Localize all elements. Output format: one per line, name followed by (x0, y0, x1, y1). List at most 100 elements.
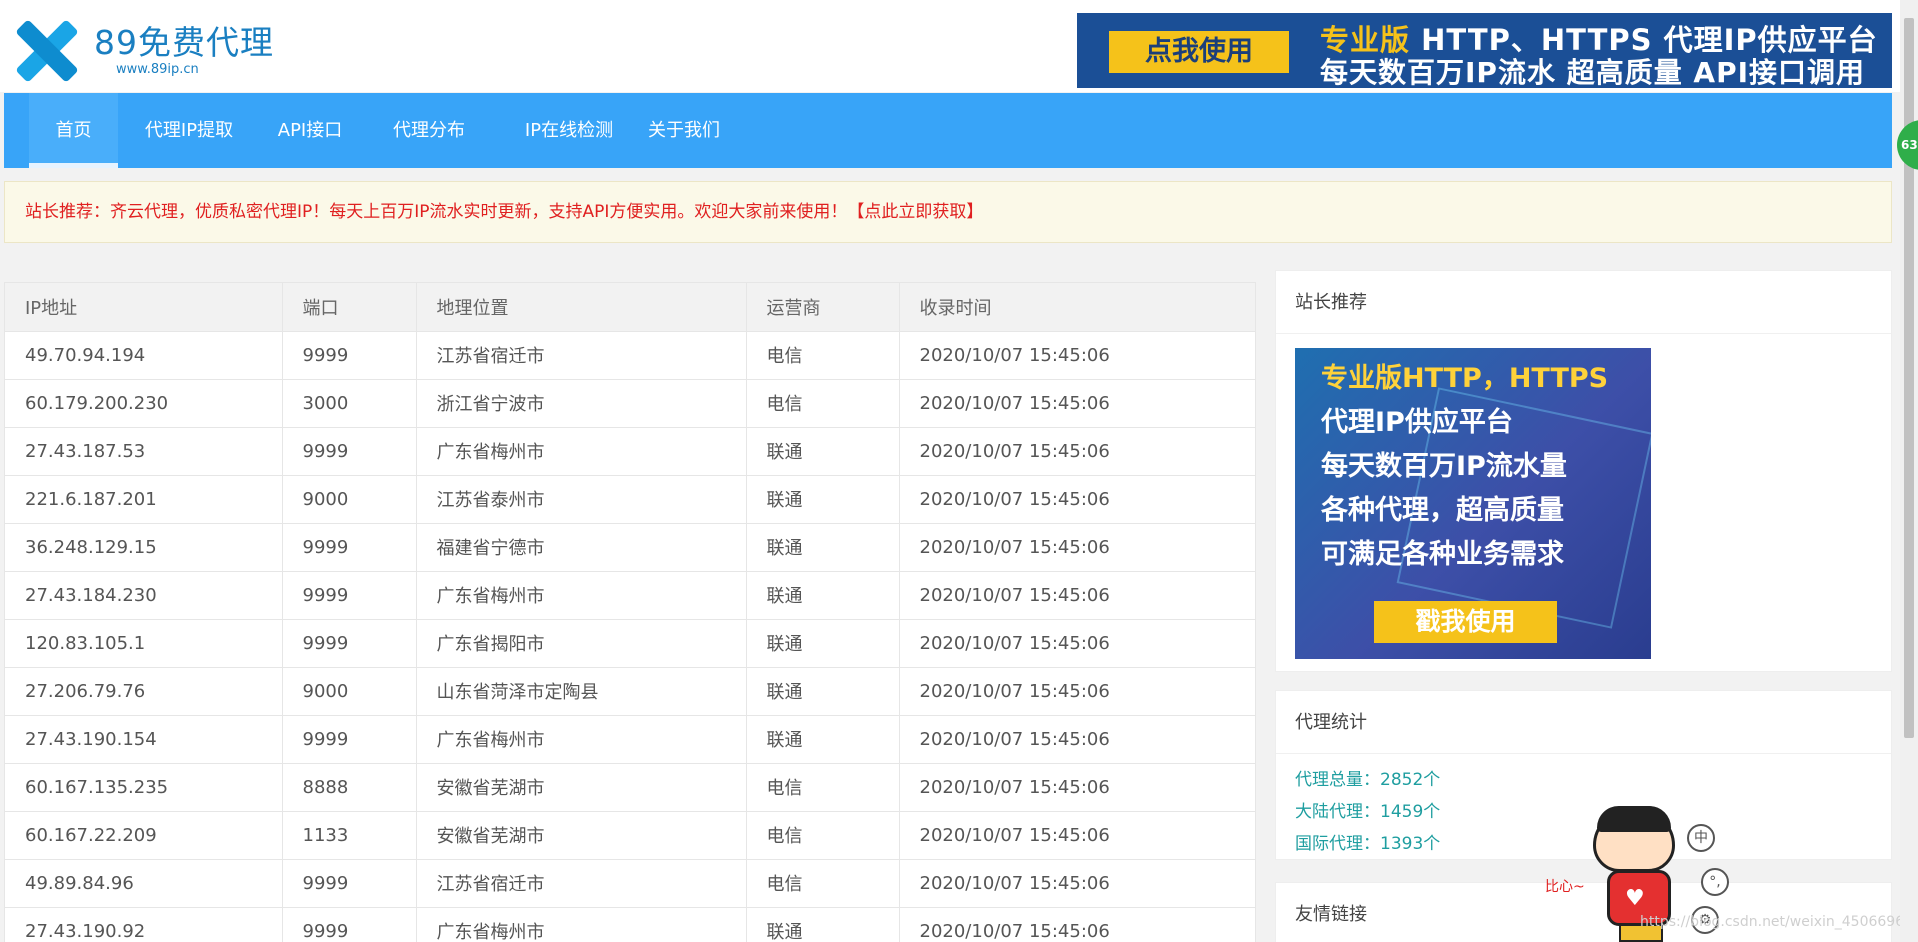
cell-ip: 60.179.200.230 (5, 379, 283, 428)
cell-port: 9999 (282, 427, 417, 476)
banner-line-2: 每天数百万IP流水 超高质量 API接口调用 (1320, 56, 1866, 88)
col-header-location: 地理位置 (416, 283, 747, 332)
banner-cta-button[interactable]: 点我使用 (1109, 31, 1289, 73)
mascot-chinese-icon[interactable]: 中 (1687, 824, 1715, 852)
cell-port: 8888 (282, 763, 417, 812)
cell-location: 福建省宁德市 (416, 523, 747, 572)
mascot-face-icon[interactable]: °, (1701, 868, 1729, 896)
proxy-table-container: IP地址 端口 地理位置 运营商 收录时间 49.70.94.194 9999 江苏… (4, 282, 1256, 942)
cell-port: 9999 (282, 523, 417, 572)
mascot-hair (1597, 806, 1671, 832)
side-ad-button[interactable]: 戳我使用 (1374, 601, 1557, 643)
table-row: 27.43.187.53 9999 广东省梅州市 联通 2020/10/07 15:45… (5, 427, 1255, 476)
cell-location: 山东省菏泽市定陶县 (416, 667, 747, 716)
recommend-panel-title: 站长推荐 (1276, 271, 1891, 334)
side-ad-line: 专业版HTTP，HTTPS (1321, 363, 1609, 394)
stats-panel-title: 代理统计 (1276, 691, 1891, 754)
cell-ip: 49.70.94.194 (5, 331, 283, 380)
table-row: 49.70.94.194 9999 江苏省宿迁市 电信 2020/10/07 15:45… (5, 331, 1255, 380)
cell-time: 2020/10/07 15:45:06 (899, 859, 1255, 908)
cell-location: 广东省梅州市 (416, 427, 747, 476)
cell-isp: 电信 (746, 331, 900, 380)
top-ad-banner[interactable]: 点我使用 专业版 HTTP、HTTPS 代理IP供应平台 每天数百万IP流水 超… (1077, 13, 1892, 88)
recommend-panel: 站长推荐 专业版HTTP，HTTPS 代理IP供应平台 每天数百万IP流水量 各… (1275, 270, 1892, 672)
site-logo[interactable]: 89免费代理 www.89ip.cn (12, 18, 282, 84)
nav-item-distribution[interactable]: 代理分布 (384, 93, 474, 168)
logo-title: 89免费代理 (94, 23, 274, 62)
nav-item-about[interactable]: 关于我们 (644, 93, 724, 168)
cell-port: 9999 (282, 907, 417, 942)
table-header-row: IP地址 端口 地理位置 运营商 收录时间 (5, 283, 1255, 332)
cell-port: 3000 (282, 379, 417, 428)
cell-port: 1133 (282, 811, 417, 860)
cell-port: 9999 (282, 331, 417, 380)
cell-ip: 27.43.184.230 (5, 571, 283, 620)
side-ad-banner[interactable]: 专业版HTTP，HTTPS 代理IP供应平台 每天数百万IP流水量 各种代理，超… (1295, 348, 1651, 659)
nav-item-home[interactable]: 首页 (29, 93, 118, 168)
stat-total: 代理总量：2852个 (1295, 770, 1441, 790)
cell-ip: 36.248.129.15 (5, 523, 283, 572)
nav-item-api[interactable]: API接口 (270, 93, 350, 168)
table-row: 27.43.190.92 9999 广东省梅州市 联通 2020/10/07 15:45… (5, 907, 1255, 942)
cell-location: 广东省揭阳市 (416, 619, 747, 668)
cell-isp: 联通 (746, 475, 900, 524)
cell-time: 2020/10/07 15:45:06 (899, 619, 1255, 668)
cell-time: 2020/10/07 15:45:06 (899, 427, 1255, 476)
logo-x-icon (12, 19, 80, 83)
cell-ip: 60.167.135.235 (5, 763, 283, 812)
table-row: 60.179.200.230 3000 浙江省宁波市 电信 2020/10/07 15:… (5, 379, 1255, 428)
heart-icon: ♥ (1625, 886, 1645, 911)
cell-ip: 60.167.22.209 (5, 811, 283, 860)
cell-ip: 27.43.190.92 (5, 907, 283, 942)
cell-port: 9000 (282, 667, 417, 716)
cell-isp: 联通 (746, 523, 900, 572)
col-header-port: 端口 (282, 283, 417, 332)
table-row: 221.6.187.201 9000 江苏省泰州市 联通 2020/10/07 15:4… (5, 475, 1255, 524)
cell-time: 2020/10/07 15:45:06 (899, 475, 1255, 524)
cell-time: 2020/10/07 15:45:06 (899, 523, 1255, 572)
cell-time: 2020/10/07 15:45:06 (899, 907, 1255, 942)
col-header-time: 收录时间 (899, 283, 1255, 332)
cell-port: 9999 (282, 715, 417, 764)
table-row: 120.83.105.1 9999 广东省揭阳市 联通 2020/10/07 15:45… (5, 619, 1255, 668)
cell-isp: 联通 (746, 619, 900, 668)
side-ad-line: 每天数百万IP流水量 (1321, 451, 1567, 482)
cell-port: 9999 (282, 859, 417, 908)
side-ad-line: 各种代理，超高质量 (1321, 495, 1564, 526)
cell-isp: 电信 (746, 811, 900, 860)
cell-time: 2020/10/07 15:45:06 (899, 379, 1255, 428)
cell-ip: 27.43.187.53 (5, 427, 283, 476)
main-nav: 首页 代理IP提取 API接口 代理分布 IP在线检测 关于我们 (4, 93, 1892, 168)
cell-time: 2020/10/07 15:45:06 (899, 811, 1255, 860)
table-row: 27.43.190.154 9999 广东省梅州市 联通 2020/10/07 15:4… (5, 715, 1255, 764)
cell-port: 9999 (282, 571, 417, 620)
cell-time: 2020/10/07 15:45:06 (899, 715, 1255, 764)
cell-ip: 27.206.79.76 (5, 667, 283, 716)
cell-isp: 联通 (746, 667, 900, 716)
proxy-table: IP地址 端口 地理位置 运营商 收录时间 49.70.94.194 9999 江苏… (5, 283, 1255, 942)
cell-location: 广东省梅州市 (416, 907, 747, 942)
table-row: 60.167.135.235 8888 安徽省芜湖市 电信 2020/10/07 15:… (5, 763, 1255, 812)
cell-ip: 27.43.190.154 (5, 715, 283, 764)
table-row: 49.89.84.96 9999 江苏省宿迁市 电信 2020/10/07 15:45:… (5, 859, 1255, 908)
cell-location: 江苏省宿迁市 (416, 859, 747, 908)
cell-isp: 电信 (746, 763, 900, 812)
recommend-notice[interactable]: 站长推荐：齐云代理，优质私密代理IP！每天上百万IP流水实时更新，支持API方便… (4, 181, 1892, 243)
logo-url: www.89ip.cn (116, 62, 199, 77)
table-row: 27.206.79.76 9000 山东省菏泽市定陶县 联通 2020/10/07 15… (5, 667, 1255, 716)
table-row: 60.167.22.209 1133 安徽省芜湖市 电信 2020/10/07 15:4… (5, 811, 1255, 860)
cell-isp: 联通 (746, 907, 900, 942)
cell-port: 9000 (282, 475, 417, 524)
nav-item-proxy-extract[interactable]: 代理IP提取 (134, 93, 244, 168)
cell-location: 江苏省宿迁市 (416, 331, 747, 380)
nav-item-ip-check[interactable]: IP在线检测 (504, 93, 634, 168)
cell-location: 江苏省泰州市 (416, 475, 747, 524)
cell-port: 9999 (282, 619, 417, 668)
cell-location: 广东省梅州市 (416, 571, 747, 620)
cell-location: 广东省梅州市 (416, 715, 747, 764)
cell-isp: 联通 (746, 715, 900, 764)
cell-time: 2020/10/07 15:45:06 (899, 331, 1255, 380)
watermark: https://blog.csdn.net/weixin_45066963 (1640, 914, 1914, 930)
cell-isp: 联通 (746, 571, 900, 620)
cell-time: 2020/10/07 15:45:06 (899, 667, 1255, 716)
